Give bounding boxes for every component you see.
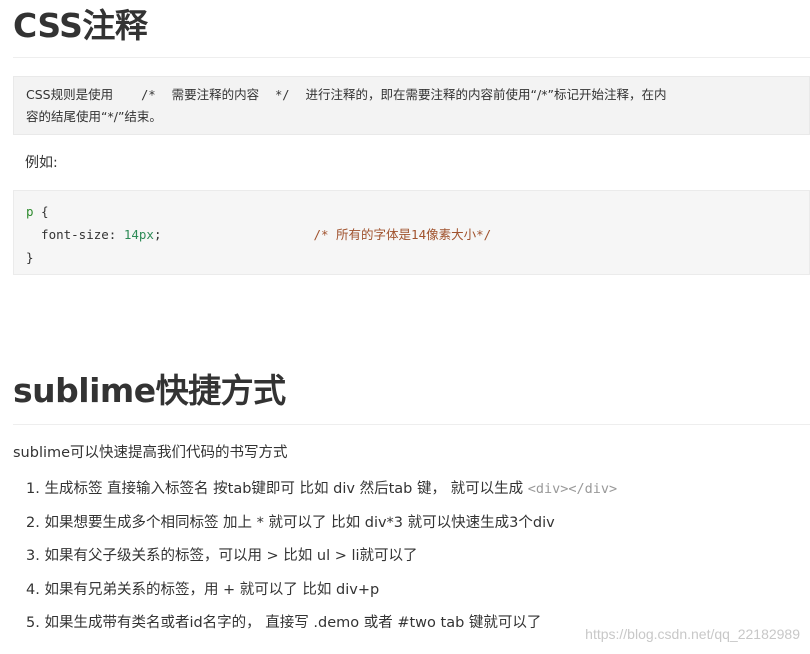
comment-blockquote: CSS规则是使用/* 需要注释的内容 */进行注释的，即在需要注释的内容前使用“/*… (13, 76, 810, 135)
list-item: 5. 如果生成带有类名或者id名字的， 直接写 .demo 或者 #two ta… (26, 615, 542, 631)
list-item: 2. 如果想要生成多个相同标签 加上 * 就可以了 比如 div*3 就可以快速… (26, 514, 555, 531)
title-divider-2 (13, 424, 810, 425)
code-selector: p (26, 204, 34, 219)
inline-code-close: */ (275, 88, 290, 102)
shortcut-list: 1. 生成标签 直接输入标签名 按tab键即可 比如 div 然后tab 键， … (26, 479, 617, 647)
code-comment: /* 所有的字体是14像素大小*/ (313, 227, 492, 242)
list-item: 4. 如果有兄弟关系的标签，用 + 就可以了 比如 div+p (26, 581, 380, 598)
section-title-sublime: sublime快捷方式 (13, 371, 286, 410)
inline-code-div: <div></div> (527, 481, 618, 497)
list-item: 3. 如果有父子级关系的标签，可以用 > 比如 ul > li就可以了 (26, 548, 418, 564)
title-divider (13, 57, 810, 58)
inline-code-open: /* (141, 88, 156, 102)
code-block: p { font-size: 14px;/* 所有的字体是14像素大小*/} (13, 190, 810, 275)
code-value: 14px (123, 227, 154, 242)
blockquote-line-2: 容的结尾使用“*/”结束。 (26, 109, 162, 124)
sublime-intro: sublime可以快速提高我们代码的书写方式 (13, 445, 288, 461)
code-line-2: font-size: 14px;/* 所有的字体是14像素大小*/ (26, 227, 492, 242)
list-item: 1. 生成标签 直接输入标签名 按tab键即可 比如 div 然后tab 键， … (26, 481, 618, 497)
code-line-1: p { (26, 204, 49, 219)
example-label: 例如: (25, 155, 58, 171)
section-title-css-comments: CSS注释 (13, 6, 148, 45)
blockquote-line-1: CSS规则是使用/* 需要注释的内容 */进行注释的，即在需要注释的内容前使用“/*… (26, 87, 667, 102)
watermark: https://blog.csdn.net/qq_22182989 (585, 626, 800, 642)
code-line-3: } (26, 250, 34, 265)
